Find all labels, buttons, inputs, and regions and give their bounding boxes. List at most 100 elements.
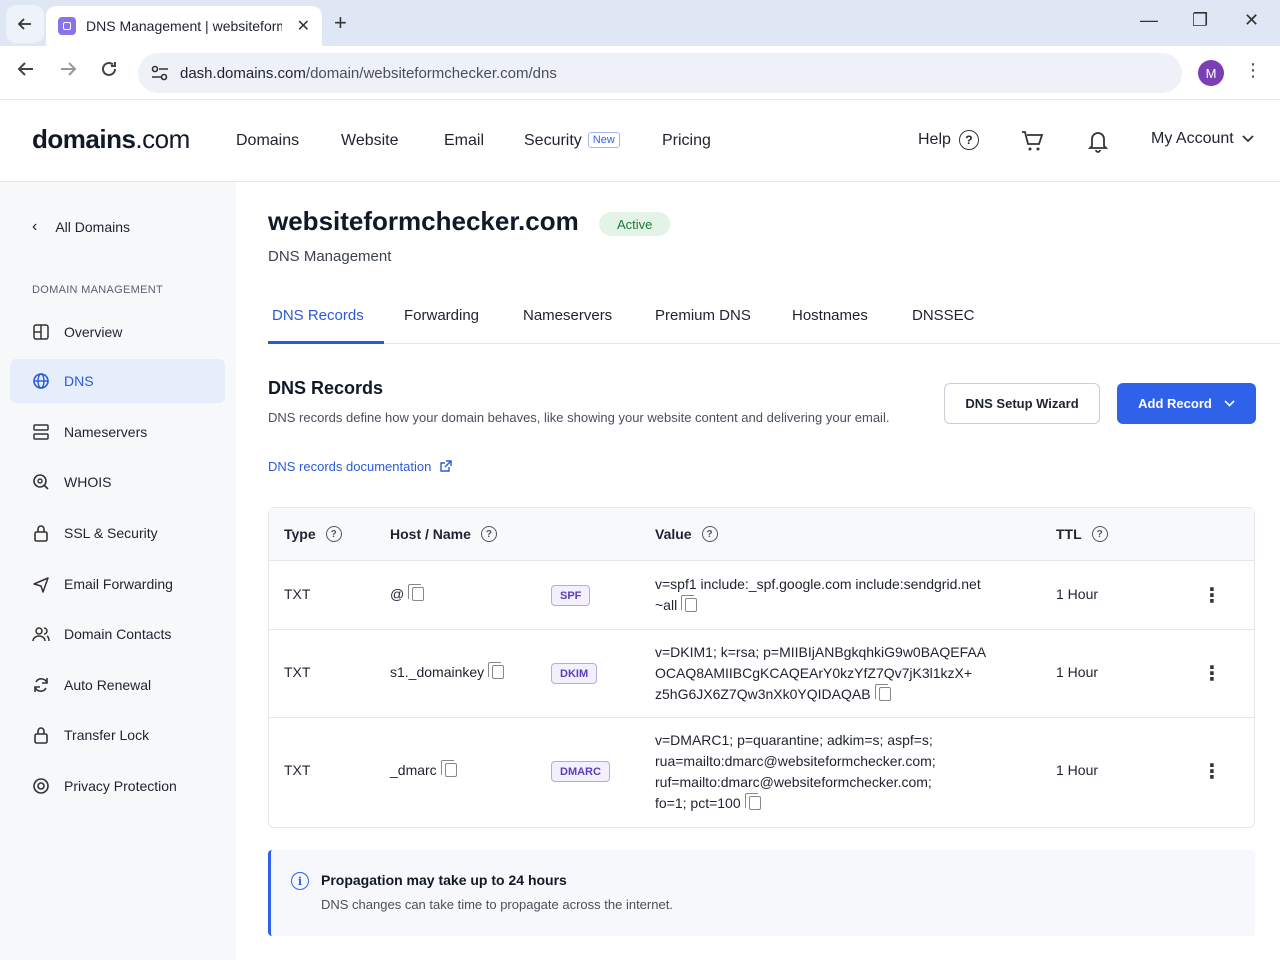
site-settings-icon[interactable] (150, 64, 170, 82)
sidebar-item-nameservers[interactable]: Nameservers (10, 410, 225, 454)
tab-bar: DNS Records Forwarding Nameservers Premi… (268, 294, 1280, 344)
record-value-line-last: fo=1; pct=100 (655, 793, 1015, 814)
tab-dns-records[interactable]: DNS Records (272, 307, 364, 324)
all-domains-link[interactable]: ‹ All Domains (32, 218, 130, 236)
propagation-notice: i Propagation may take up to 24 hours DN… (268, 850, 1255, 936)
help-icon[interactable]: ? (701, 526, 718, 542)
url-field[interactable]: dash.domains.com/domain/websiteformcheck… (138, 53, 1182, 93)
row-actions-icon[interactable]: ⋮ (1202, 661, 1222, 686)
help-icon[interactable]: ? (480, 526, 497, 542)
minimize-icon[interactable]: — (1140, 10, 1158, 31)
column-type: Type? (284, 526, 342, 542)
nav-domains[interactable]: Domains (236, 132, 299, 150)
browser-tab[interactable]: DNS Management | websiteformchecker ✕ (46, 6, 322, 46)
row-actions-icon[interactable]: ⋮ (1202, 759, 1222, 784)
add-record-button[interactable]: Add Record (1117, 383, 1256, 424)
nav-email[interactable]: Email (444, 132, 484, 150)
column-label: Value (655, 526, 692, 542)
browser-menu-icon[interactable]: ⋮ (1244, 60, 1262, 81)
column-value: Value? (655, 526, 718, 542)
restore-icon[interactable]: ❐ (1192, 10, 1208, 31)
record-value-line: ruf=mailto:dmarc@websiteformchecker.com; (655, 774, 932, 790)
lock-icon (34, 525, 48, 542)
sidebar-item-ssl-security[interactable]: SSL & Security (10, 511, 225, 555)
tab-forwarding[interactable]: Forwarding (404, 307, 479, 324)
help-icon[interactable]: ? (1091, 526, 1108, 542)
forward-icon[interactable] (58, 59, 78, 79)
sidebar-item-label: SSL & Security (64, 525, 158, 541)
sidebar-item-auto-renewal[interactable]: Auto Renewal (10, 663, 225, 707)
copy-icon[interactable] (408, 584, 425, 601)
sidebar-item-label: Auto Renewal (64, 677, 152, 693)
site-header: domains.com Domains Website Email Securi… (0, 100, 1280, 182)
external-link-icon (440, 460, 453, 472)
help-link[interactable]: Help? (918, 130, 979, 150)
row-actions-icon[interactable]: ⋮ (1202, 583, 1222, 608)
page-title: websiteformchecker.com (268, 206, 579, 236)
sidebar-item-label: DNS (64, 373, 94, 389)
copy-icon[interactable] (681, 595, 698, 612)
sidebar-item-transfer-lock[interactable]: Transfer Lock (10, 713, 225, 757)
copy-icon[interactable] (744, 793, 761, 810)
record-value: v=spf1 include:_spf.google.com include:s… (655, 574, 1015, 616)
page-subtitle: DNS Management (268, 248, 392, 265)
profile-avatar[interactable]: M (1198, 60, 1224, 86)
record-type: TXT (284, 762, 311, 778)
sidebar-item-label: Privacy Protection (64, 778, 177, 794)
cart-icon[interactable] (1020, 130, 1044, 152)
main-content: websiteformchecker.com Active DNS Manage… (236, 182, 1280, 960)
tab-dnssec[interactable]: DNSSEC (912, 307, 975, 324)
sidebar: ‹ All Domains DOMAIN MANAGEMENT Overview … (0, 182, 236, 960)
sidebar-item-email-forwarding[interactable]: Email Forwarding (10, 562, 225, 606)
tab-search-button[interactable] (6, 5, 44, 43)
nav-security[interactable]: Security New (524, 132, 620, 150)
sidebar-item-overview[interactable]: Overview (10, 310, 225, 354)
bell-icon[interactable] (1087, 129, 1109, 153)
back-icon[interactable] (16, 59, 36, 79)
sidebar-section-label: DOMAIN MANAGEMENT (32, 284, 163, 296)
copy-icon[interactable] (440, 760, 457, 777)
reload-icon[interactable] (99, 59, 119, 79)
all-domains-label: All Domains (55, 219, 131, 235)
nav-security-label: Security (524, 132, 582, 149)
close-window-icon[interactable]: ✕ (1244, 10, 1259, 31)
sidebar-item-label: Overview (64, 324, 123, 340)
sidebar-item-privacy-protection[interactable]: Privacy Protection (10, 764, 225, 808)
sidebar-item-label: WHOIS (64, 474, 112, 490)
table-row: TXT @ SPF v=spf1 include:_spf.google.com… (269, 561, 1254, 630)
active-tab-indicator (268, 341, 384, 344)
table-row: TXT s1._domainkey DKIM v=DKIM1; k=rsa; p… (269, 630, 1254, 718)
site-logo[interactable]: domains.com (32, 124, 190, 155)
my-account-menu[interactable]: My Account (1151, 130, 1254, 148)
tab-hostnames[interactable]: Hostnames (792, 307, 868, 324)
tab-premium-dns[interactable]: Premium DNS (655, 307, 751, 324)
dns-setup-wizard-button[interactable]: DNS Setup Wizard (944, 383, 1100, 424)
sidebar-item-label: Transfer Lock (64, 727, 150, 743)
sidebar-item-whois[interactable]: WHOIS (10, 460, 225, 504)
new-tab-icon[interactable]: + (334, 10, 347, 36)
record-host: _dmarc (390, 760, 457, 778)
whois-icon (33, 474, 49, 490)
sidebar-item-dns[interactable]: DNS (10, 359, 225, 403)
sidebar-item-domain-contacts[interactable]: Domain Contacts (10, 612, 225, 656)
copy-icon[interactable] (874, 684, 891, 701)
record-value-line: v=spf1 include:_spf.google.com include:s… (655, 576, 981, 592)
documentation-link[interactable]: DNS records documentation (268, 459, 453, 474)
copy-icon[interactable] (488, 662, 505, 679)
notice-title: Propagation may take up to 24 hours (321, 872, 567, 888)
favicon-icon (58, 17, 76, 35)
sidebar-item-label: Domain Contacts (64, 626, 172, 642)
record-ttl: 1 Hour (1056, 586, 1099, 602)
overview-icon (33, 324, 49, 340)
help-icon[interactable]: ? (325, 526, 342, 542)
tab-nameservers[interactable]: Nameservers (523, 307, 612, 324)
table-header: Type? Host / Name? Value? TTL? (269, 508, 1254, 561)
documentation-link-label: DNS records documentation (268, 459, 432, 474)
record-value-line: OCAQ8AMIIBCgKCAQEArY0kzYfZ7Qv7jK3l1kzX+ (655, 665, 973, 681)
nav-pricing[interactable]: Pricing (662, 132, 711, 150)
chevron-down-icon (1242, 135, 1254, 143)
record-value-line-last: ~all (655, 595, 1015, 616)
status-badge: Active (599, 212, 671, 236)
nav-website[interactable]: Website (341, 132, 399, 150)
close-tab-icon[interactable]: ✕ (297, 16, 310, 36)
